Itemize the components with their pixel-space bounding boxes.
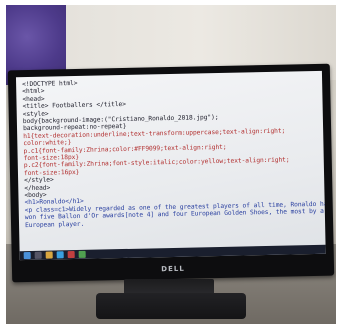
code-editor: <!DOCTYPE html> <html> <head> <title> Footb… xyxy=(16,71,326,229)
windows-start-icon xyxy=(23,251,31,260)
code-line: <title> Footballers </title> xyxy=(22,101,126,111)
browser-icon xyxy=(56,251,64,259)
code-line: European player. xyxy=(24,220,85,229)
code-line: <!DOCTYPE html> xyxy=(22,79,78,89)
photo: <!DOCTYPE html> <html> <head> <title> Footb… xyxy=(6,5,336,324)
code-line: font-size:16px} xyxy=(23,168,80,177)
code-line: <html> xyxy=(22,88,45,96)
monitor: <!DOCTYPE html> <html> <head> <title> Footb… xyxy=(7,63,335,283)
taskbar xyxy=(19,244,326,261)
app-icon xyxy=(67,251,75,259)
code-line: </style> xyxy=(24,176,54,185)
code-line: <style> xyxy=(22,110,49,118)
app-icon xyxy=(78,250,86,258)
code-line: </head> xyxy=(24,184,51,192)
monitor-stand-base xyxy=(96,293,246,319)
monitor-brand-logo: DELL xyxy=(161,264,185,274)
monitor-screen: <!DOCTYPE html> <html> <head> <title> Footb… xyxy=(15,70,326,261)
search-icon xyxy=(34,251,42,259)
code-line: <head> xyxy=(22,95,45,103)
explorer-icon xyxy=(45,251,53,259)
code-line: <body> xyxy=(24,191,47,200)
